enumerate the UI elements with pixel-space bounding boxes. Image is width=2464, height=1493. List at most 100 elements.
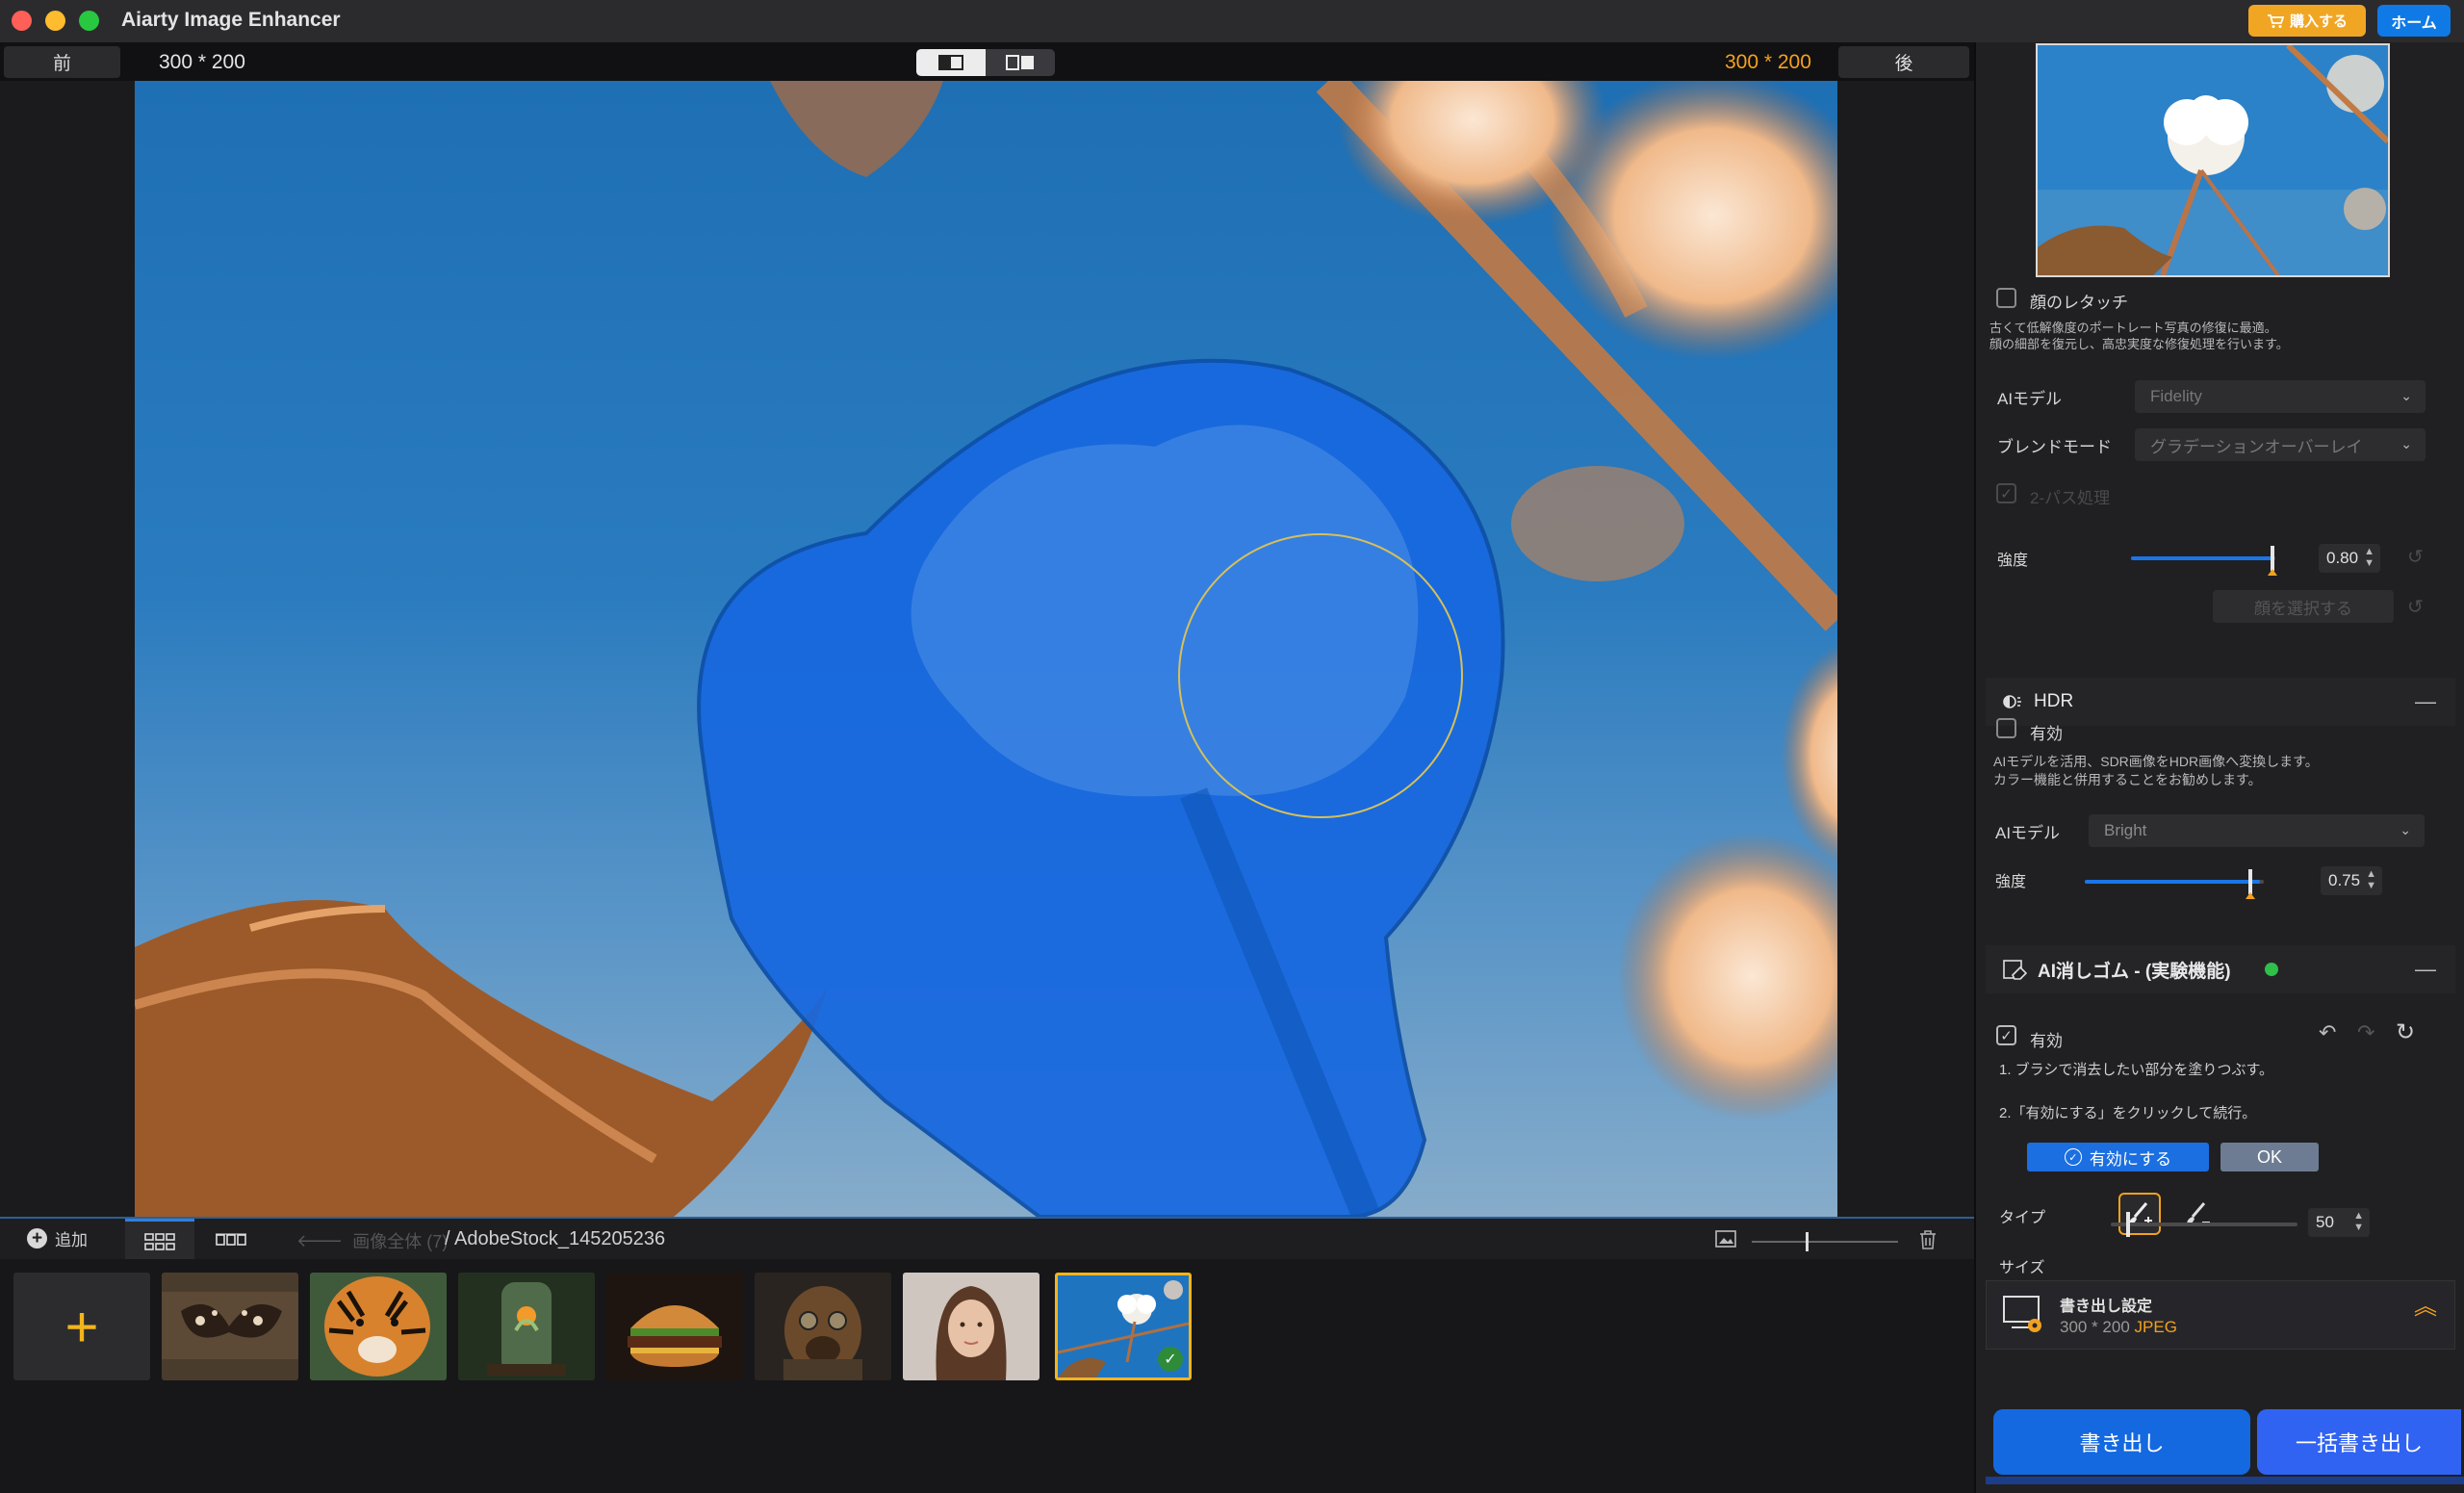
two-pass-label: 2-パス処理 [2030,489,2111,507]
grid-view-button[interactable] [125,1219,194,1261]
single-view-button[interactable] [916,49,986,76]
chevron-down-icon: ⌄ [2400,822,2411,837]
hdr-section-header[interactable]: HDR — [1986,678,2455,726]
thumbnail-butterfly[interactable] [162,1273,298,1380]
brush-size-track[interactable] [2111,1223,2297,1226]
add-label: 追加 [55,1231,88,1249]
buy-button[interactable]: 購入する [2248,5,2366,37]
size-label: サイズ [1999,1260,2045,1276]
face-strength-value: 0.80 [2326,549,2359,567]
arrow-left-icon: 🡐 [296,1230,344,1250]
grid-icon [144,1232,175,1250]
face-desc-2: 顔の細部を復元し、高忠実度な修復処理を行います。 [1989,337,2289,351]
undo-icon[interactable]: ↶ [2319,1020,2336,1045]
brush-erase-button[interactable] [2176,1193,2219,1235]
home-button[interactable]: ホーム [2377,5,2451,37]
brush-size-handle[interactable] [2126,1212,2130,1237]
split-view-button[interactable] [986,49,1055,76]
minimize-window-button[interactable] [45,11,65,31]
collapse-icon[interactable]: — [2415,957,2436,982]
blend-mode-select[interactable]: グラデーションオーバーレイ ⌄ [2135,428,2426,461]
expand-up-icon[interactable]: ︽ [2414,1296,2437,1319]
close-window-button[interactable] [12,11,32,31]
main-image[interactable] [135,81,1837,1217]
two-pass-checkbox[interactable]: ✓ [1996,483,2016,503]
face-retouch-checkbox[interactable] [1996,288,2016,308]
face-strength-handle[interactable] [2271,546,2274,571]
export-settings-card[interactable]: 書き出し設定 300 * 200 JPEG ︽ [1986,1280,2455,1350]
strip-icon [216,1233,246,1246]
thumbnail-cotton[interactable]: ✓ [1055,1273,1192,1380]
type-label: タイプ [1999,1210,2046,1226]
hdr-strength-fill [2085,880,2260,884]
trash-icon[interactable] [1918,1229,1938,1255]
filmstrip: + ✓ [0,1259,1974,1493]
chevron-down-icon: ⌄ [2400,388,2412,403]
buy-label: 購入する [2289,13,2348,30]
image-size-icon [1715,1230,1736,1252]
face-desc-1: 古くて低解像度のポートレート写真の修復に最適。 [1989,321,2277,335]
hdr-strength-value: 0.75 [2328,871,2361,889]
reset-icon[interactable]: ↺ [2407,545,2424,569]
add-image-tile[interactable]: + [13,1273,150,1380]
thumbnail-size-slider[interactable] [1752,1241,1898,1243]
hdr-strength-label: 強度 [1995,874,2027,890]
apply-eraser-button[interactable]: ✓ 有効にする [2027,1143,2209,1171]
title-bar: Aiarty Image Enhancer 購入する ホーム [0,0,2464,43]
hdr-desc-1: AIモデルを活用、SDR画像をHDR画像へ変換します。 [1993,754,2319,769]
face-retouch-label: 顔のレタッチ [2030,294,2128,312]
refresh-icon[interactable]: ↻ [2396,1018,2415,1046]
stepper-icon: ▲ ▼ [2353,1210,2364,1233]
hdr-strength-handle[interactable] [2248,869,2252,894]
stepper-icon: ▲ ▼ [2366,868,2376,891]
redo-icon[interactable]: ↷ [2357,1020,2374,1045]
thumbnail-size-handle[interactable] [1806,1232,1809,1251]
reset-icon[interactable]: ↺ [2407,595,2424,619]
add-image-button[interactable]: + 追加 [27,1226,88,1250]
export-button[interactable]: 書き出し [1993,1409,2250,1475]
export-settings-icon [2003,1296,2041,1332]
preview-thumbnail[interactable] [2036,43,2390,277]
after-tab[interactable]: 後 [1838,46,1969,78]
image-canvas[interactable] [0,81,1974,1217]
single-view-icon [938,55,963,70]
view-mode-toggle[interactable] [916,49,1055,76]
eraser-enable-checkbox[interactable]: ✓ [1996,1025,2016,1045]
hdr-title: HDR [2034,691,2074,711]
hdr-strength-input[interactable]: 0.75 ▲ ▼ [2321,866,2382,895]
split-view-icon [1006,55,1034,70]
thumbnail-burger[interactable] [606,1273,743,1380]
collapse-icon[interactable]: — [2415,689,2436,714]
cart-icon [2267,13,2284,28]
strip-view-button[interactable] [202,1219,260,1261]
face-strength-fill [2131,556,2272,560]
compare-bar: 前 300 * 200 300 * 200 後 [0,43,1974,81]
breadcrumb-back[interactable]: 🡐 画像全体 (7) [296,1228,448,1253]
batch-export-button[interactable]: 一括書き出し [2257,1409,2461,1475]
selected-check-icon: ✓ [1158,1347,1183,1372]
after-dimensions: 300 * 200 [1725,51,1811,73]
brush-add-button[interactable] [2118,1193,2161,1235]
thumbnail-jar[interactable] [458,1273,595,1380]
brush-size-value: 50 [2316,1213,2334,1231]
eraser-step-2: 2.「有効にする」をクリックして続行。 [1999,1105,2257,1121]
eraser-section-header[interactable]: AI消しゴム - (実験機能) — [1986,945,2455,993]
thumbnail-portrait[interactable] [903,1273,1040,1380]
ok-button[interactable]: OK [2220,1143,2319,1171]
status-dot [2265,963,2278,976]
eraser-title: AI消しゴム - (実験機能) [2038,961,2231,982]
brush-size-input[interactable]: 50 ▲ ▼ [2308,1208,2370,1237]
apply-eraser-label: 有効にする [2089,1149,2172,1169]
thumbnail-dog[interactable] [755,1273,891,1380]
face-strength-input[interactable]: 0.80 ▲ ▼ [2319,544,2380,573]
zoom-window-button[interactable] [79,11,99,31]
face-ai-model-select[interactable]: Fidelity ⌄ [2135,380,2426,413]
face-ai-model-label: AIモデル [1997,390,2063,408]
hdr-ai-model-select[interactable]: Bright ⌄ [2089,814,2425,847]
export-dims-value: 300 * 200 [2060,1318,2130,1336]
before-tab[interactable]: 前 [4,46,120,78]
eraser-enable-label: 有効 [2030,1032,2063,1050]
thumbnail-tiger[interactable] [310,1273,447,1380]
select-face-button[interactable]: 顔を選択する [2213,590,2394,623]
hdr-enable-checkbox[interactable] [1996,718,2016,738]
